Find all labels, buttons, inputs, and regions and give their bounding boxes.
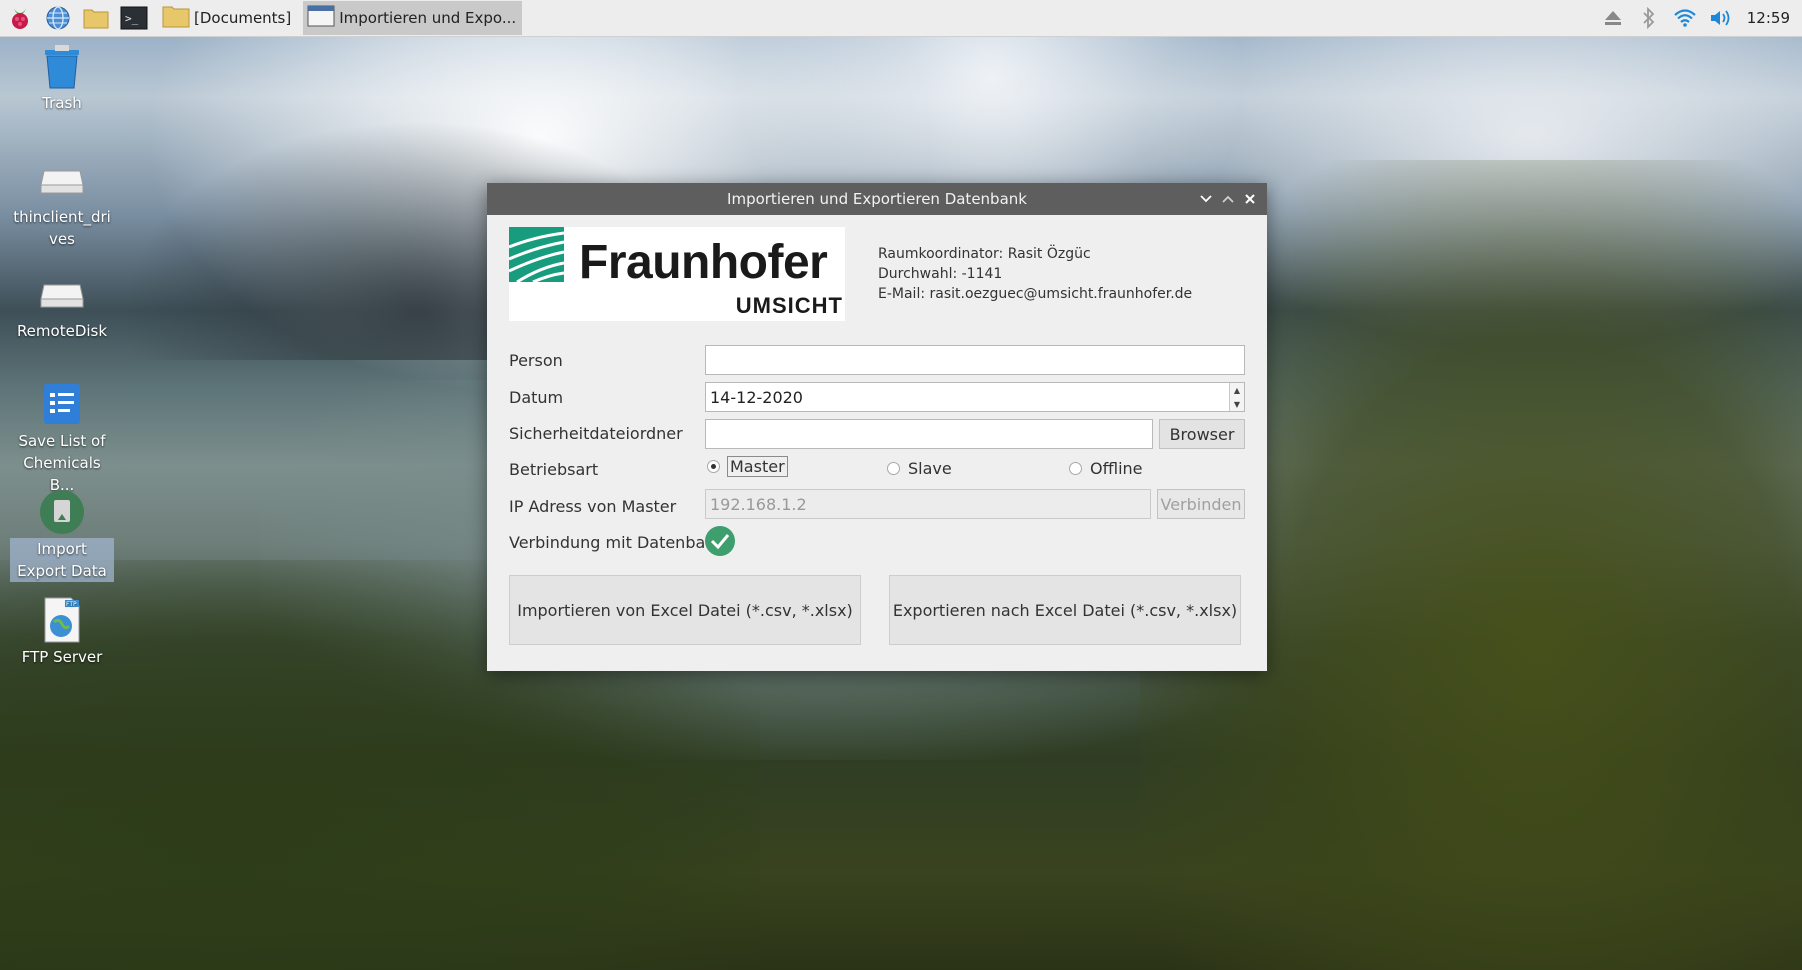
taskbar-item-import-export[interactable]: Importieren und Expo... (303, 1, 523, 35)
trash-icon (38, 42, 86, 90)
eject-icon[interactable] (1595, 1, 1631, 35)
volume-icon[interactable] (1703, 1, 1739, 35)
ip-input[interactable]: 192.168.1.2 (705, 489, 1151, 519)
radio-master-indicator (707, 460, 720, 473)
radio-slave-indicator (887, 462, 900, 475)
dialog-titlebar[interactable]: Importieren und Exportieren Datenbank (487, 183, 1267, 215)
radio-offline-label: Offline (1090, 459, 1143, 478)
spin-up-button[interactable]: ▲ (1230, 383, 1244, 397)
minimize-button[interactable] (1195, 188, 1217, 210)
contact-coordinator: Raumkoordinator: Rasit Özgüc (878, 246, 1091, 262)
taskbar: >_ [Documents] Importieren und Expo... 1… (0, 0, 1802, 37)
desktop-icon-label: thinclient_drives (13, 208, 111, 248)
connect-button[interactable]: Verbinden (1157, 489, 1245, 519)
desktop-icon-label: RemoteDisk (16, 322, 108, 340)
radio-offline-indicator (1069, 462, 1082, 475)
taskbar-item-documents[interactable]: [Documents] (158, 1, 297, 35)
radio-master-label: Master (727, 456, 788, 477)
desktop-icon-label: Save List of Chemicals B... (18, 432, 106, 494)
person-label: Person (509, 351, 563, 370)
raspberry-menu-icon[interactable] (2, 1, 38, 35)
radio-slave-label: Slave (908, 459, 952, 478)
taskbar-item-label: [Documents] (194, 9, 292, 27)
window-icon (307, 4, 335, 32)
desktop-icon-import-export-data[interactable]: Import Export Data (10, 488, 114, 582)
contact-phone: Durchwahl: -1141 (878, 266, 1003, 282)
import-export-dialog: Importieren und Exportieren Datenbank Fr… (487, 183, 1267, 671)
desktop-icon-label: Trash (42, 94, 82, 112)
dialog-title: Importieren und Exportieren Datenbank (727, 190, 1027, 208)
datum-value: 14-12-2020 (710, 387, 803, 407)
desktop-icon-thinclient-drives[interactable]: thinclient_drives (10, 156, 114, 250)
list-document-icon (38, 380, 86, 428)
import-export-icon (38, 488, 86, 536)
connection-label: Verbindung mit Datenbank (509, 533, 725, 552)
desktop-icon-save-list[interactable]: Save List of Chemicals B... (10, 380, 114, 496)
radio-master[interactable]: Master (707, 456, 788, 477)
clock[interactable]: 12:59 (1739, 9, 1802, 27)
import-excel-button[interactable]: Importieren von Excel Datei (*.csv, *.xl… (509, 575, 861, 645)
backup-folder-input[interactable] (705, 419, 1153, 449)
terminal-icon[interactable]: >_ (116, 1, 152, 35)
ip-label: IP Adress von Master (509, 497, 677, 516)
fraunhofer-logo: Fraunhofer UMSICHT (508, 227, 845, 321)
ftp-icon: FTP (38, 596, 86, 644)
person-input[interactable] (705, 345, 1245, 375)
desktop-icon-trash[interactable]: Trash (10, 42, 114, 114)
spin-down-button[interactable]: ▼ (1230, 397, 1244, 411)
contact-info: Raumkoordinator: Rasit Özgüc Durchwahl: … (878, 244, 1192, 304)
taskbar-item-label: Importieren und Expo... (339, 9, 517, 27)
logo-subtext: UMSICHT (735, 293, 843, 318)
close-button[interactable] (1239, 188, 1261, 210)
desktop-icon-label: FTP Server (21, 648, 103, 666)
contact-email: E-Mail: rasit.oezguec@umsicht.fraunhofer… (878, 286, 1193, 302)
file-manager-icon[interactable] (78, 1, 114, 35)
backup-folder-label: Sicherheitdateiordner (509, 424, 683, 443)
desktop-icon-label: Import Export Data (10, 538, 114, 582)
svg-text:FTP: FTP (66, 601, 77, 608)
svg-text:>_: >_ (125, 12, 139, 25)
web-browser-icon[interactable] (40, 1, 76, 35)
radio-slave[interactable]: Slave (887, 459, 952, 478)
mode-label: Betriebsart (509, 460, 599, 479)
ip-placeholder: 192.168.1.2 (710, 494, 807, 514)
folder-icon (162, 4, 190, 32)
wifi-icon[interactable] (1667, 1, 1703, 35)
browse-button[interactable]: Browser (1159, 419, 1245, 449)
bluetooth-icon[interactable] (1631, 1, 1667, 35)
desktop-icon-remotedisk[interactable]: RemoteDisk (10, 270, 114, 342)
drive-icon (38, 156, 86, 204)
connection-ok-icon (704, 525, 736, 561)
radio-offline[interactable]: Offline (1069, 459, 1143, 478)
export-excel-button[interactable]: Exportieren nach Excel Datei (*.csv, *.x… (889, 575, 1241, 645)
datum-input[interactable]: 14-12-2020 ▲ ▼ (705, 382, 1245, 412)
datum-label: Datum (509, 388, 564, 407)
logo-text: Fraunhofer (579, 236, 828, 289)
desktop-icon-ftp-server[interactable]: FTP FTP Server (10, 596, 114, 668)
maximize-button[interactable] (1217, 188, 1239, 210)
drive-icon (38, 270, 86, 318)
